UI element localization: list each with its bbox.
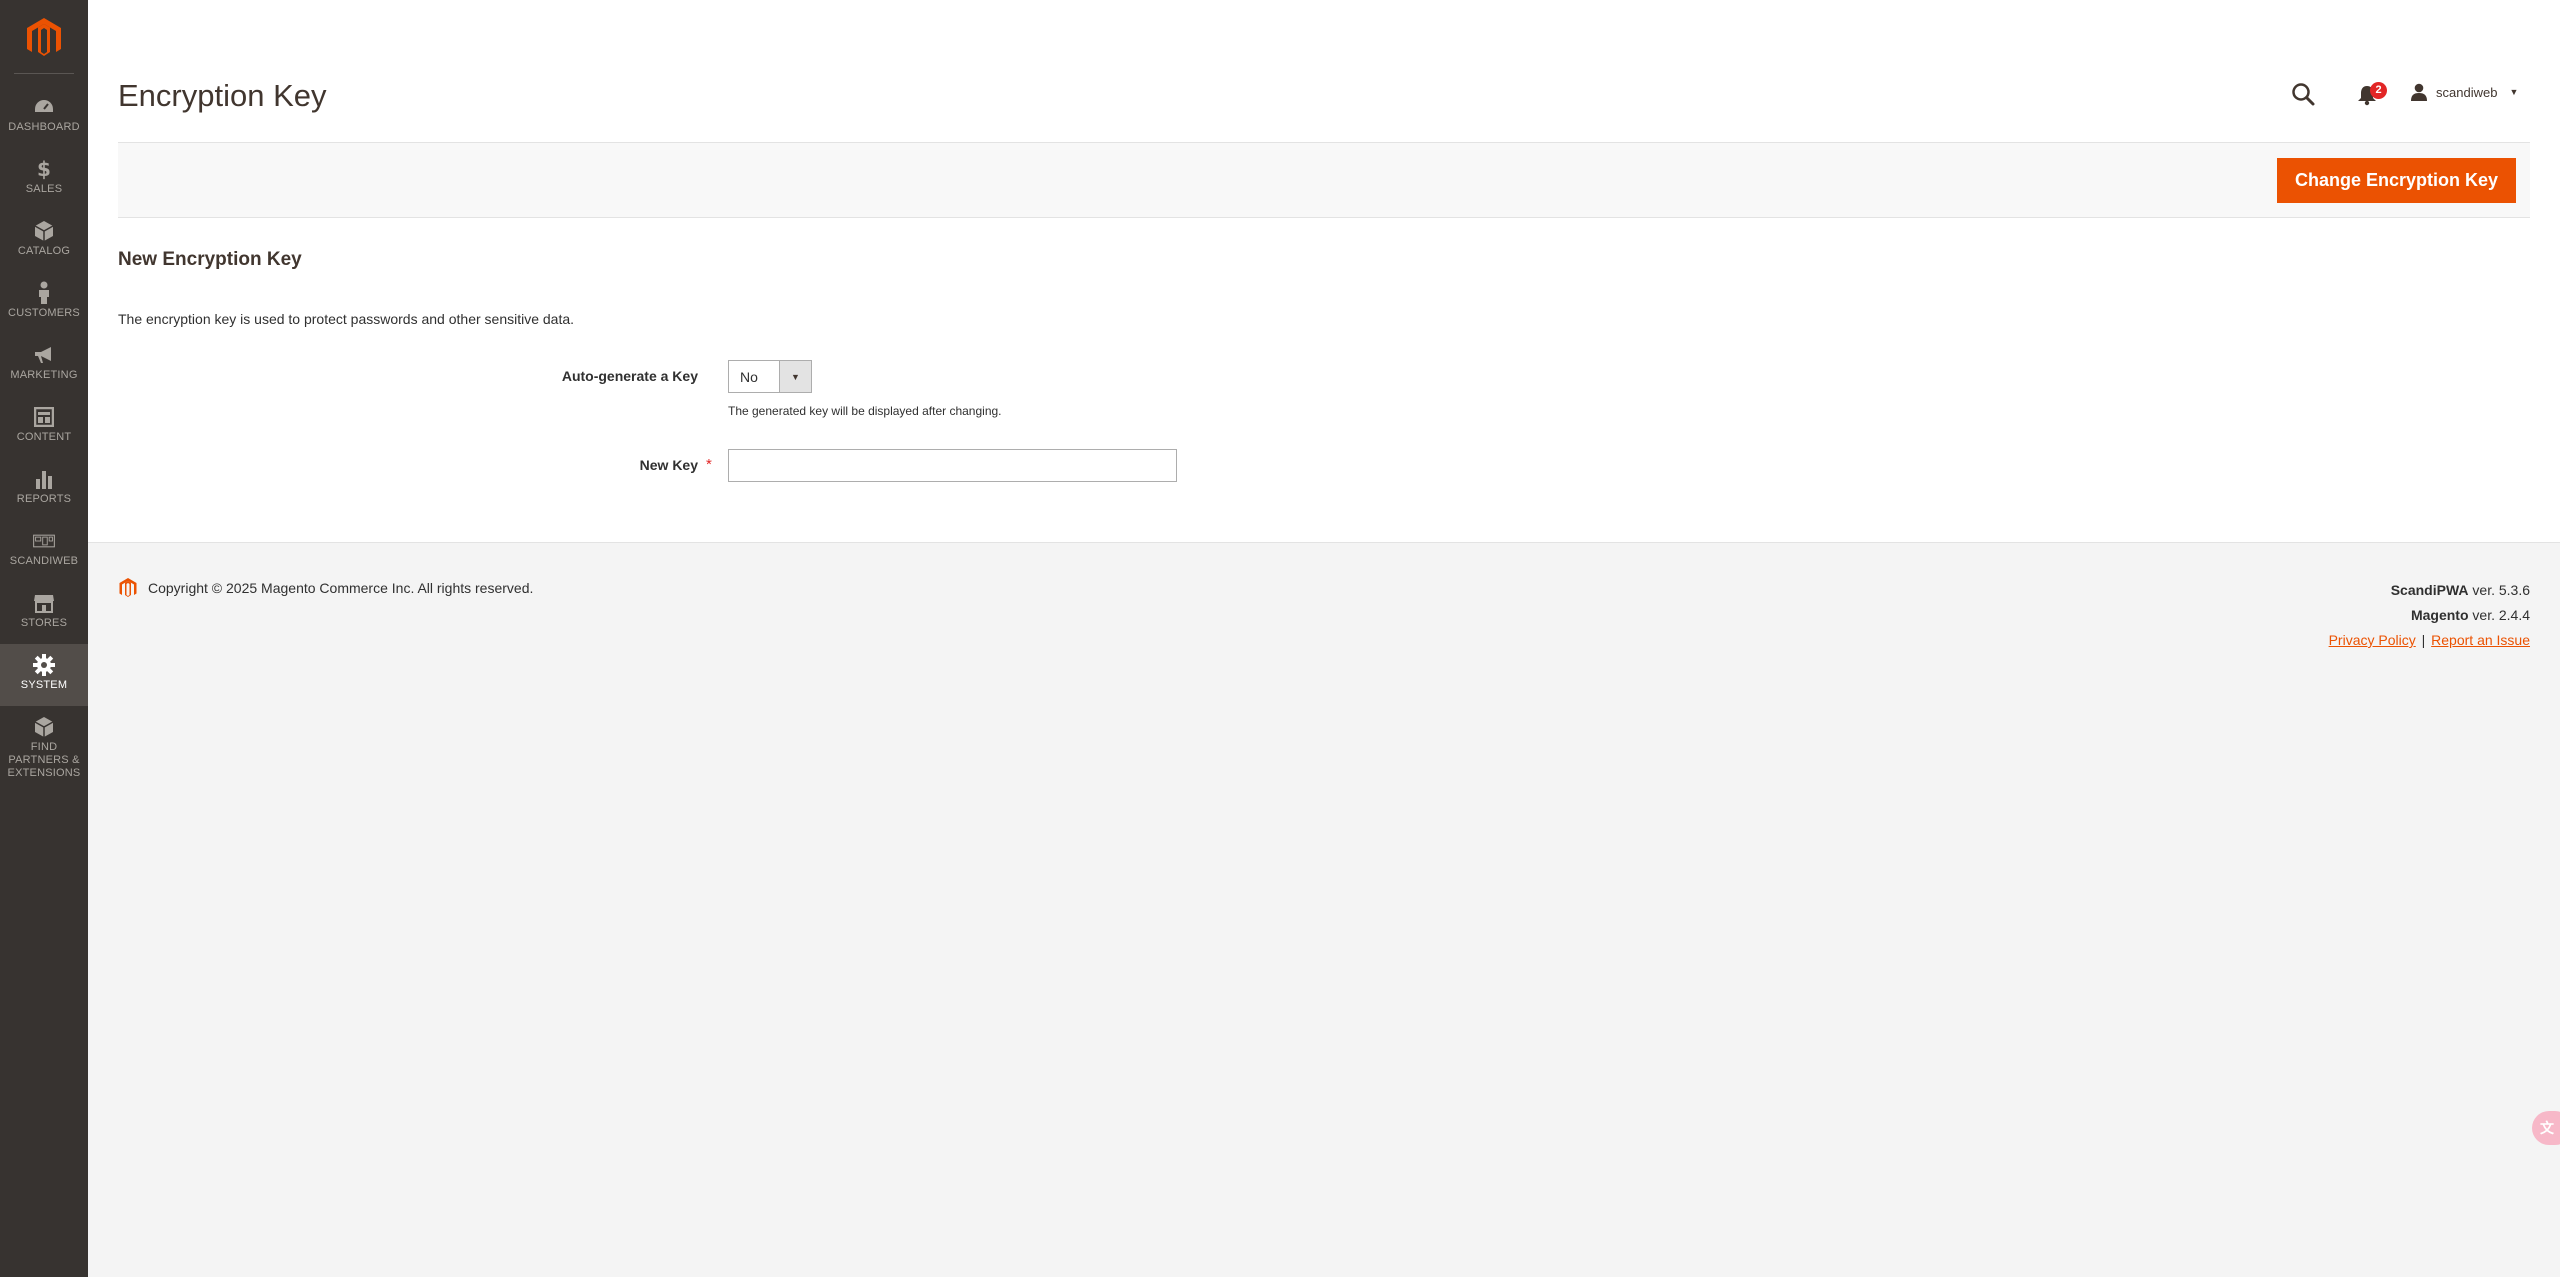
sidebar-item-stores[interactable]: STORES (0, 582, 88, 644)
layout-icon (33, 406, 55, 428)
sidebar-item-label: MARKETING (10, 369, 78, 381)
magento-footer-logo-icon (118, 577, 138, 599)
footer-link-separator: | (2421, 632, 2426, 648)
search-icon (2292, 83, 2315, 106)
box-icon (33, 716, 55, 738)
admin-sidebar: DASHBOARD $ SALES CATALOG CUSTOMERS MARK… (0, 0, 88, 1277)
bar-chart-icon (33, 468, 55, 490)
translate-icon: 文 (2540, 1120, 2554, 1136)
auto-generate-key-value: No (740, 369, 758, 385)
notification-count-badge: 2 (2370, 82, 2387, 99)
sidebar-item-sales[interactable]: $ SALES (0, 148, 88, 210)
sidebar-item-label: CONTENT (16, 431, 72, 443)
privacy-policy-link[interactable]: Privacy Policy (2329, 632, 2416, 648)
sidebar-item-label: DASHBOARD (8, 121, 80, 133)
magento-logo-icon[interactable] (24, 16, 64, 60)
sidebar-item-customers[interactable]: CUSTOMERS (0, 272, 88, 334)
new-key-label: New Key (639, 457, 698, 473)
copyright-text: Copyright © 2025 Magento Commerce Inc. A… (148, 580, 534, 596)
sidebar-item-system[interactable]: SYSTEM (0, 644, 88, 706)
footer-versions: ScandiPWA ver. 5.3.6 Magento ver. 2.4.4 … (2329, 578, 2530, 653)
translate-widget-button[interactable]: 文 (2532, 1111, 2560, 1145)
sidebar-item-find-partners[interactable]: FIND PARTNERS & EXTENSIONS (0, 706, 88, 782)
sidebar-item-label: SCANDIWEB (9, 555, 79, 567)
magento-version-line: Magento ver. 2.4.4 (2329, 603, 2530, 628)
magento-name: Magento (2410, 607, 2469, 623)
report-issue-link[interactable]: Report an Issue (2431, 632, 2530, 648)
sidebar-item-label: SALES (25, 183, 63, 195)
sidebar-item-dashboard[interactable]: DASHBOARD (0, 86, 88, 148)
sidebar-item-label: REPORTS (16, 493, 72, 505)
sidebar-item-label: SYSTEM (20, 679, 68, 691)
dashboard-icon (33, 96, 55, 118)
admin-user-menu[interactable]: scandiweb ▼ (2410, 80, 2518, 104)
auto-generate-key-select[interactable]: No ▼ (728, 360, 812, 393)
admin-username: scandiweb (2436, 84, 2498, 100)
sidebar-item-label: STORES (20, 617, 68, 629)
person-icon (33, 281, 55, 304)
page-title: Encryption Key (118, 78, 327, 113)
svg-text:$: $ (37, 158, 51, 180)
chevron-down-icon: ▼ (2509, 87, 2519, 97)
footer-links: Privacy Policy | Report an Issue (2329, 628, 2530, 653)
sidebar-item-label: FIND PARTNERS & EXTENSIONS (7, 741, 81, 779)
scandipwa-name: ScandiPWA (2390, 582, 2469, 598)
dollar-icon: $ (33, 158, 55, 180)
page-actions-bar: Change Encryption Key (118, 142, 2530, 218)
sidebar-item-content[interactable]: CONTENT (0, 396, 88, 458)
sidebar-item-catalog[interactable]: CATALOG (0, 210, 88, 272)
required-star-icon: * (706, 456, 712, 473)
section-description: The encryption key is used to protect pa… (118, 311, 575, 327)
new-key-input[interactable] (728, 449, 1177, 482)
store-icon (33, 592, 55, 614)
megaphone-icon (33, 344, 55, 366)
sidebar-item-reports[interactable]: REPORTS (0, 458, 88, 520)
sidebar-item-label: CUSTOMERS (8, 307, 80, 319)
main-content: Encryption Key 2 scandiweb ▼ Change Encr… (88, 0, 2560, 1277)
global-search-button[interactable] (2290, 81, 2316, 107)
chevron-down-icon: ▼ (779, 361, 811, 392)
magento-version: ver. 2.4.4 (2468, 607, 2530, 623)
user-icon (2411, 83, 2427, 101)
scandipwa-version: ver. 5.3.6 (2468, 582, 2530, 598)
scandipwa-version-line: ScandiPWA ver. 5.3.6 (2329, 578, 2530, 603)
page-main-area (88, 0, 2560, 543)
scandiweb-icon (33, 530, 55, 552)
gear-icon (33, 654, 55, 676)
auto-generate-key-note: The generated key will be displayed afte… (728, 404, 1002, 418)
cube-icon (33, 220, 55, 242)
section-title: New Encryption Key (118, 249, 302, 270)
sidebar-item-marketing[interactable]: MARKETING (0, 334, 88, 396)
logo-divider (14, 73, 74, 74)
sidebar-item-label: CATALOG (17, 245, 71, 257)
auto-generate-key-label: Auto-generate a Key (561, 368, 698, 384)
change-encryption-key-button[interactable]: Change Encryption Key (2276, 158, 2516, 203)
sidebar-item-scandiweb[interactable]: SCANDIWEB (0, 520, 88, 582)
